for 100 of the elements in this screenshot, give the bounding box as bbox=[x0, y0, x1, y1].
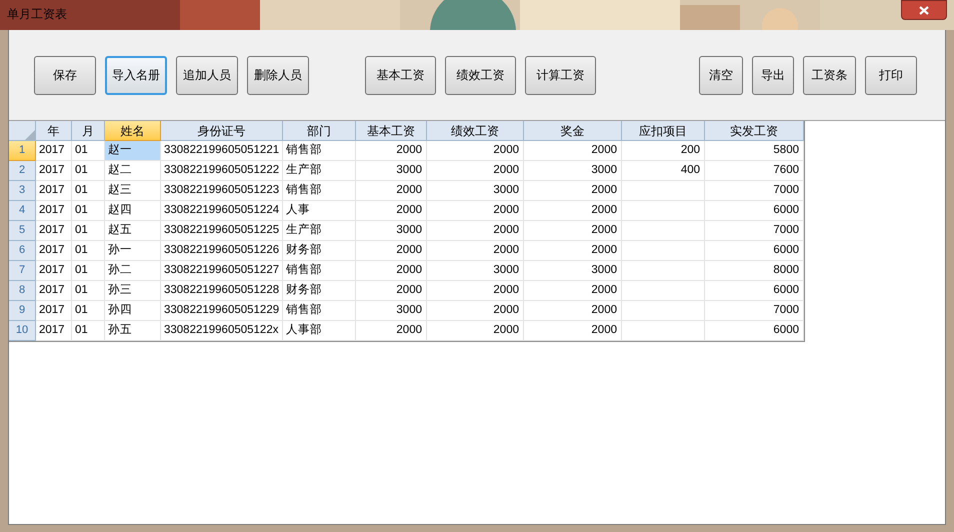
table-cell: 2000 bbox=[356, 261, 427, 281]
table-cell: 01 bbox=[72, 141, 105, 161]
table-cell: 人事部 bbox=[283, 321, 356, 341]
table-cell: 2017 bbox=[36, 301, 72, 321]
table-cell: 5800 bbox=[705, 141, 804, 161]
table-cell: 2017 bbox=[36, 281, 72, 301]
table-cell: 生产部 bbox=[283, 161, 356, 181]
table-cell: 2000 bbox=[356, 201, 427, 221]
table-cell: 2000 bbox=[356, 281, 427, 301]
table-cell: 01 bbox=[72, 181, 105, 201]
table-cell: 8000 bbox=[705, 261, 804, 281]
table-cell: 2017 bbox=[36, 261, 72, 281]
toolbar-button[interactable]: 计算工资 bbox=[525, 56, 596, 94]
toolbar-button[interactable]: 基本工资 bbox=[365, 56, 436, 94]
table-cell: 2017 bbox=[36, 221, 72, 241]
table-cell: 2017 bbox=[36, 241, 72, 261]
toolbar-button[interactable]: 清空 bbox=[699, 56, 743, 94]
table-cell: 6000 bbox=[705, 321, 804, 341]
column-header[interactable]: 月 bbox=[72, 121, 105, 141]
row-header[interactable]: 9 bbox=[9, 301, 36, 321]
table-cell: 6000 bbox=[705, 201, 804, 221]
table-cell: 2000 bbox=[524, 141, 622, 161]
table-cell: 2000 bbox=[427, 281, 524, 301]
row-header[interactable]: 3 bbox=[9, 181, 36, 201]
toolbar-button[interactable]: 追加人员 bbox=[176, 56, 238, 94]
table-cell: 330822199605051223 bbox=[161, 181, 283, 201]
table-cell: 2000 bbox=[427, 201, 524, 221]
table-cell: 7000 bbox=[705, 221, 804, 241]
table-cell: 2000 bbox=[356, 181, 427, 201]
table-cell: 330822199605051224 bbox=[161, 201, 283, 221]
toolbar-button[interactable]: 工资条 bbox=[803, 56, 856, 94]
table-cell: 3000 bbox=[427, 261, 524, 281]
row-header[interactable]: 7 bbox=[9, 261, 36, 281]
column-header[interactable]: 身份证号 bbox=[161, 121, 283, 141]
table-cell: 7000 bbox=[705, 301, 804, 321]
table-cell: 生产部 bbox=[283, 221, 356, 241]
table-cell: 销售部 bbox=[283, 301, 356, 321]
table-cell: 2000 bbox=[427, 301, 524, 321]
table-cell: 2017 bbox=[36, 141, 72, 161]
table-cell: 01 bbox=[72, 281, 105, 301]
column-header[interactable]: 奖金 bbox=[524, 121, 622, 141]
toolbar-button[interactable]: 绩效工资 bbox=[445, 56, 516, 94]
row-header[interactable]: 6 bbox=[9, 241, 36, 261]
close-button[interactable] bbox=[901, 0, 947, 20]
column-header[interactable]: 应扣项目 bbox=[622, 121, 705, 141]
column-header[interactable]: 基本工资 bbox=[356, 121, 427, 141]
table-cell: 330822199605051227 bbox=[161, 261, 283, 281]
table-cell: 7600 bbox=[705, 161, 804, 181]
table-cell: 01 bbox=[72, 261, 105, 281]
table-cell: 孙三 bbox=[105, 281, 161, 301]
toolbar-button[interactable]: 导出 bbox=[752, 56, 794, 94]
table-cell: 2000 bbox=[427, 321, 524, 341]
table-cell: 2000 bbox=[524, 221, 622, 241]
table-cell: 销售部 bbox=[283, 141, 356, 161]
row-header[interactable]: 5 bbox=[9, 221, 36, 241]
table-cell: 财务部 bbox=[283, 281, 356, 301]
row-header[interactable]: 4 bbox=[9, 201, 36, 221]
table-cell: 2017 bbox=[36, 201, 72, 221]
toolbar-button[interactable]: 保存 bbox=[34, 56, 96, 94]
row-header[interactable]: 1 bbox=[9, 141, 36, 161]
table-cell: 7000 bbox=[705, 181, 804, 201]
table-cell: 销售部 bbox=[283, 181, 356, 201]
table-cell: 330822199605051229 bbox=[161, 301, 283, 321]
table-cell: 200 bbox=[622, 141, 705, 161]
column-header[interactable]: 绩效工资 bbox=[427, 121, 524, 141]
column-header[interactable]: 姓名 bbox=[105, 121, 161, 141]
column-header[interactable]: 实发工资 bbox=[705, 121, 804, 141]
table-cell: 3000 bbox=[356, 301, 427, 321]
toolbar-button[interactable]: 打印 bbox=[865, 56, 917, 94]
table-cell: 01 bbox=[72, 321, 105, 341]
table-cell: 3000 bbox=[427, 181, 524, 201]
column-header[interactable]: 年 bbox=[36, 121, 72, 141]
row-header[interactable]: 8 bbox=[9, 281, 36, 301]
table-cell: 赵三 bbox=[105, 181, 161, 201]
table-cell: 2000 bbox=[524, 281, 622, 301]
table-cell: 孙一 bbox=[105, 241, 161, 261]
row-header[interactable]: 2 bbox=[9, 161, 36, 181]
table-cell: 2017 bbox=[36, 161, 72, 181]
table-cell: 2000 bbox=[524, 201, 622, 221]
row-header[interactable]: 10 bbox=[9, 321, 36, 341]
table-cell: 01 bbox=[72, 161, 105, 181]
table-cell: 400 bbox=[622, 161, 705, 181]
table-cell: 330822199605051226 bbox=[161, 241, 283, 261]
table-cell: 孙四 bbox=[105, 301, 161, 321]
table-cell: 2000 bbox=[524, 241, 622, 261]
window-title: 单月工资表 bbox=[7, 6, 67, 23]
table-cell: 财务部 bbox=[283, 241, 356, 261]
table-cell: 2000 bbox=[427, 161, 524, 181]
table-cell: 2000 bbox=[427, 221, 524, 241]
table-cell: 2000 bbox=[356, 141, 427, 161]
table-cell: 赵五 bbox=[105, 221, 161, 241]
table-cell: 01 bbox=[72, 221, 105, 241]
table-cell: 2000 bbox=[356, 321, 427, 341]
table-cell: 330822199605051222 bbox=[161, 161, 283, 181]
toolbar-button[interactable]: 导入名册 bbox=[105, 56, 167, 94]
column-header[interactable]: 部门 bbox=[283, 121, 356, 141]
table-cell: 6000 bbox=[705, 241, 804, 261]
toolbar-button[interactable]: 删除人员 bbox=[247, 56, 309, 94]
table-cell: 3000 bbox=[356, 161, 427, 181]
table-cell: 人事 bbox=[283, 201, 356, 221]
